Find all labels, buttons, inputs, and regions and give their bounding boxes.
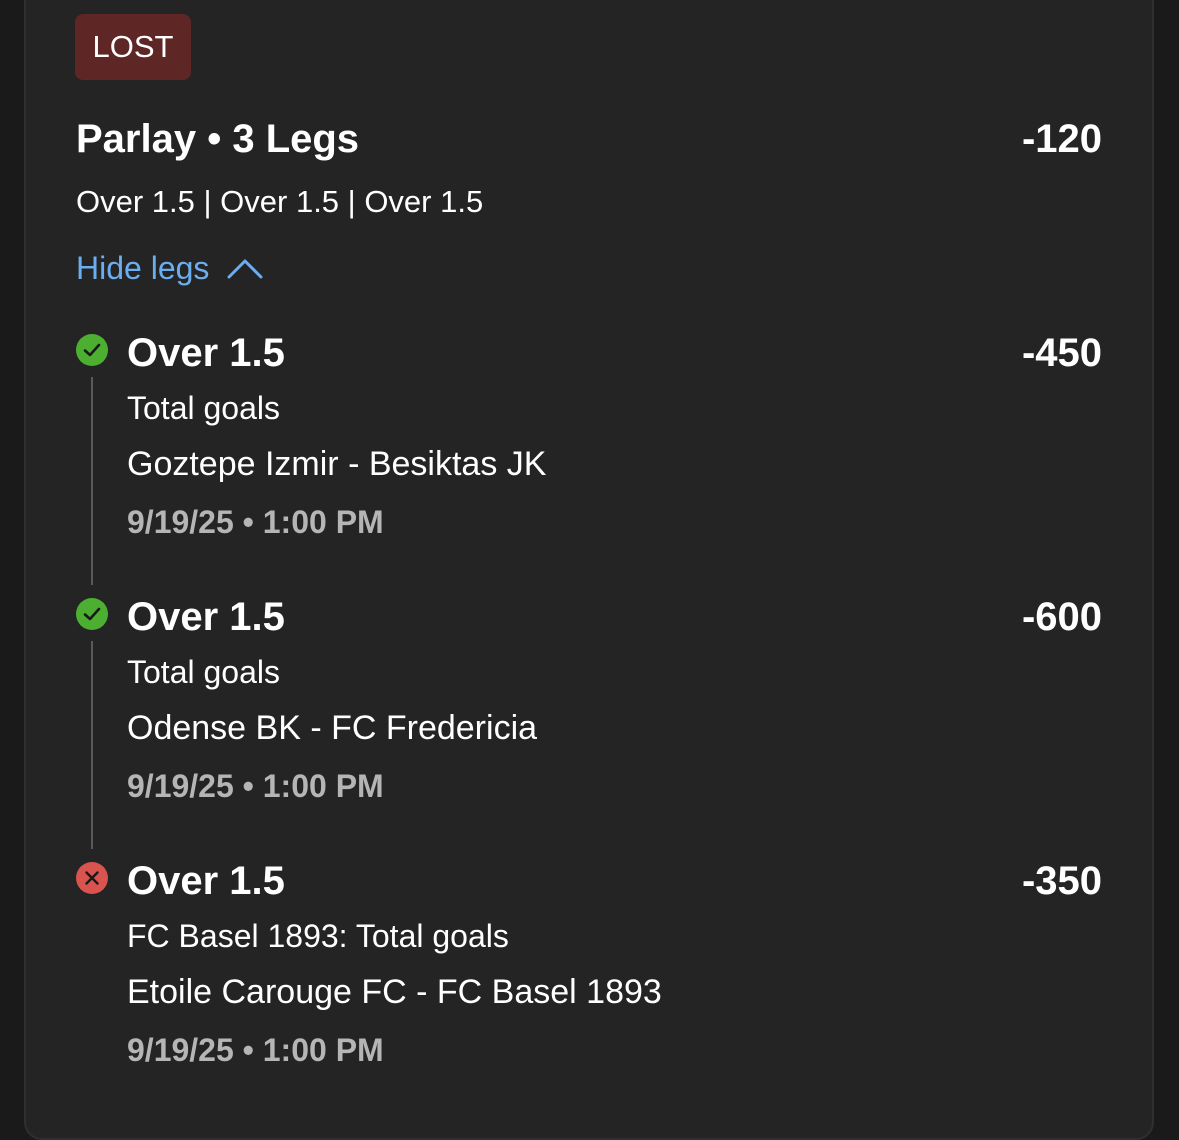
leg-market: Total goals	[127, 654, 280, 690]
leg-title: Over 1.5	[127, 859, 285, 903]
check-circle-icon	[76, 598, 108, 630]
leg-event: Etoile Carouge FC - FC Basel 1893	[127, 973, 662, 1011]
bet-title: Parlay • 3 Legs	[76, 117, 360, 161]
hide-legs-toggle[interactable]: Hide legs	[76, 246, 263, 290]
leg-market: Total goals	[127, 390, 280, 426]
leg-market: FC Basel 1893: Total goals	[127, 918, 509, 954]
bet-card	[24, 0, 1154, 1140]
bet-odds: -120	[1021, 117, 1102, 161]
leg-title: Over 1.5	[127, 331, 285, 375]
leg-event: Goztepe Izmir - Besiktas JK	[127, 445, 547, 483]
leg-title: Over 1.5	[127, 595, 285, 639]
leg-time: 9/19/25 • 1:00 PM	[127, 1032, 384, 1068]
bet-selections-summary: Over 1.5 | Over 1.5 | Over 1.5	[76, 184, 484, 219]
leg-odds: -600	[1021, 595, 1102, 639]
leg-time: 9/19/25 • 1:00 PM	[127, 768, 384, 804]
x-circle-icon	[76, 862, 108, 894]
hide-legs-label: Hide legs	[76, 249, 210, 286]
chevron-up-icon	[227, 259, 263, 279]
status-badge: LOST	[75, 14, 191, 80]
leg-connector-line	[91, 377, 93, 585]
leg-connector-line	[91, 641, 93, 849]
check-circle-icon	[76, 334, 108, 366]
leg-event: Odense BK - FC Fredericia	[127, 709, 538, 747]
leg-odds: -350	[1021, 859, 1102, 903]
leg-time: 9/19/25 • 1:00 PM	[127, 504, 384, 540]
leg-odds: -450	[1021, 331, 1102, 375]
